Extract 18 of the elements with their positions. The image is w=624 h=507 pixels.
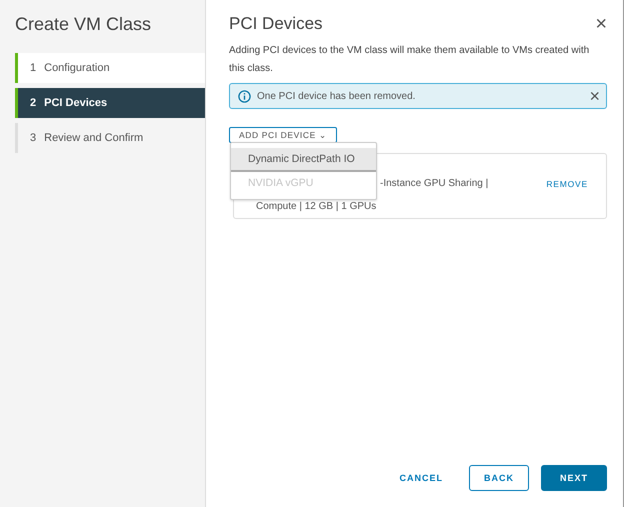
step-item[interactable]: 3 Review and Confirm: [15, 123, 205, 153]
menu-item[interactable]: Dynamic DirectPath IO: [231, 148, 376, 172]
close-button[interactable]: ×: [589, 87, 600, 105]
info-icon: [238, 90, 251, 102]
alert-message: One PCI device has been removed.: [257, 90, 416, 102]
close-button[interactable]: ×: [595, 14, 607, 34]
next-button[interactable]: NEXT: [540, 465, 607, 491]
step-item[interactable]: 2 PCI Devices: [15, 88, 205, 118]
device-description: Compute | 12 GB | 1 GPUs: [256, 200, 376, 214]
back-button[interactable]: BACK: [468, 465, 529, 491]
description: Adding PCI devices to the VM class will make them available to VMs created with this class.: [229, 44, 590, 76]
step-item[interactable]: 1 Configuration: [15, 53, 205, 83]
device-description: -Instance GPU Sharing |: [380, 177, 488, 191]
wizard-title: Create VM Class: [14, 14, 152, 35]
page-title: PCI Devices: [229, 14, 323, 34]
cancel-button[interactable]: CANCEL: [385, 465, 457, 491]
add-pci-device-button[interactable]: ADD PCI DEVICE ⌄: [229, 127, 338, 143]
remove-link[interactable]: REMOVE: [546, 179, 588, 189]
